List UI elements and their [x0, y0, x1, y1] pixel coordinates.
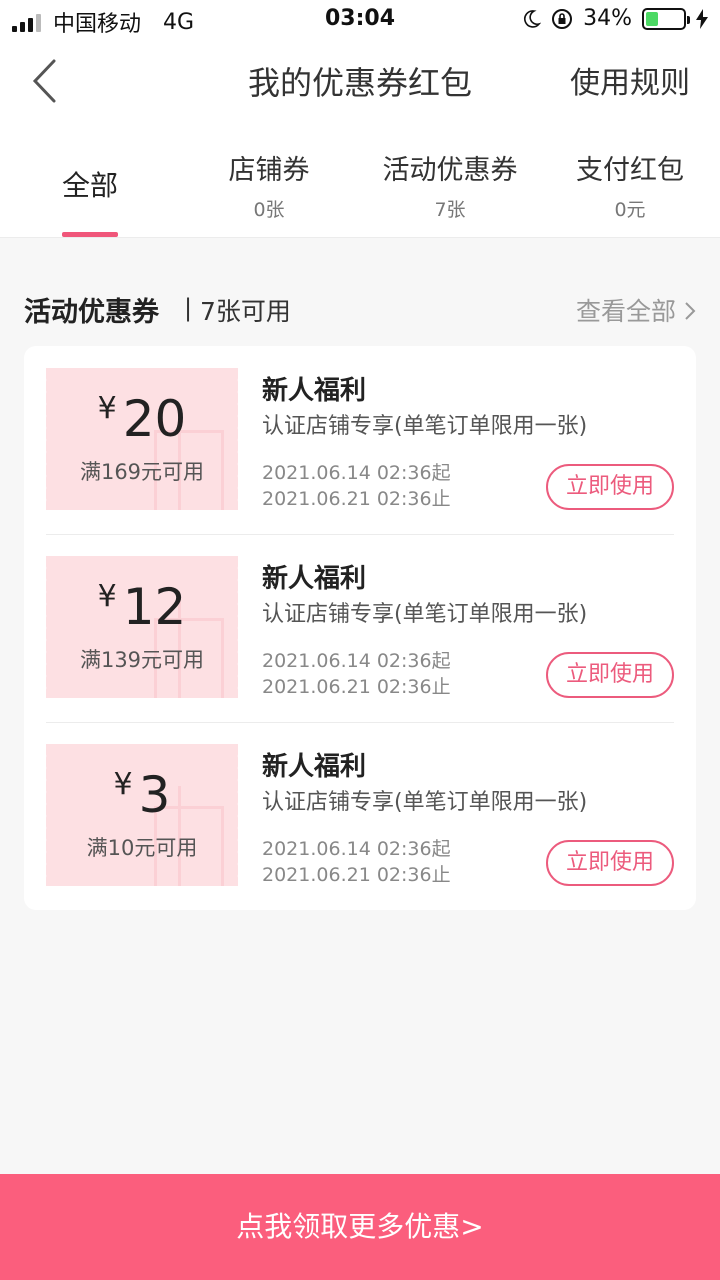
- use-now-button[interactable]: 立即使用: [546, 464, 674, 510]
- section-header: 活动优惠券 | 7张可用 查看全部: [24, 290, 696, 330]
- tab-label: 活动优惠券: [382, 155, 518, 186]
- coupon-condition: 满139元可用: [79, 648, 205, 672]
- coupon-list: ¥20 满169元可用 新人福利 认证店铺专享(单笔订单限用一张) 2021.0…: [24, 346, 696, 910]
- tab-label: 全部: [61, 169, 118, 202]
- coupon-ticket: ¥12 满139元可用: [46, 556, 238, 698]
- coupon-title: 新人福利: [262, 564, 367, 594]
- coupon-description: 认证店铺专享(单笔订单限用一张): [262, 602, 588, 627]
- coupon-start-date: 2021.06.14 02:36起: [262, 838, 451, 860]
- moon-icon: [524, 9, 542, 28]
- battery-level: [646, 11, 659, 26]
- coupon-amount: ¥20: [46, 390, 238, 448]
- coupon-start-date: 2021.06.14 02:36起: [262, 462, 451, 484]
- charging-icon: [696, 8, 708, 29]
- amount-value: 3: [138, 766, 171, 824]
- coupon-end-date: 2021.06.21 02:36止: [262, 488, 451, 510]
- section-count: 7张可用: [200, 297, 291, 326]
- coupon-condition: 满10元可用: [86, 836, 198, 860]
- coupon-condition: 满169元可用: [79, 460, 205, 484]
- coupon-start-date: 2021.06.14 02:36起: [262, 650, 451, 672]
- coupon-tabs: 全部 店铺券 0张 活动优惠券 7张 支付红包 0元: [0, 124, 720, 238]
- coupon-amount: ¥12: [46, 578, 238, 636]
- coupon-card: ¥20 满169元可用 新人福利 认证店铺专享(单笔订单限用一张) 2021.0…: [24, 346, 696, 534]
- coupon-end-date: 2021.06.21 02:36止: [262, 864, 451, 886]
- coupon-ticket: ¥20 满169元可用: [46, 368, 238, 510]
- amount-value: 20: [122, 390, 187, 448]
- coupon-title: 新人福利: [262, 376, 367, 406]
- amount-value: 12: [122, 578, 187, 636]
- view-all-label: 查看全部: [576, 297, 677, 326]
- section-title: 活动优惠券: [24, 297, 159, 328]
- usage-rules-link[interactable]: 使用规则: [570, 58, 690, 102]
- coupon-ticket: ¥3 满10元可用: [46, 744, 238, 886]
- currency-symbol: ¥: [97, 391, 117, 426]
- coupon-description: 认证店铺专享(单笔订单限用一张): [262, 790, 588, 815]
- coupon-card: ¥3 满10元可用 新人福利 认证店铺专享(单笔订单限用一张) 2021.06.…: [24, 722, 696, 910]
- coupon-card: ¥12 满139元可用 新人福利 认证店铺专享(单笔订单限用一张) 2021.0…: [24, 534, 696, 722]
- tab-label: 店铺券: [228, 155, 310, 186]
- currency-symbol: ¥: [113, 767, 133, 802]
- get-more-coupons-button[interactable]: 点我领取更多优惠>: [0, 1174, 720, 1280]
- coupon-description: 认证店铺专享(单笔订单限用一张): [262, 414, 588, 439]
- status-bar: 中国移动 4G 03:04 34%: [0, 0, 720, 40]
- chevron-right-icon: [685, 302, 696, 320]
- section-separator: |: [184, 294, 193, 322]
- status-right: 34%: [521, 6, 708, 31]
- tab-all[interactable]: 全部: [30, 164, 150, 204]
- view-all-link[interactable]: 查看全部: [576, 292, 696, 328]
- tab-store-coupons[interactable]: 店铺券 0张: [209, 148, 329, 222]
- nav-header: 我的优惠券红包 使用规则: [0, 40, 720, 124]
- battery-icon: [642, 7, 690, 30]
- tab-count: 0元: [614, 199, 646, 221]
- currency-symbol: ¥: [97, 579, 117, 614]
- rotation-lock-icon: [552, 8, 573, 29]
- tab-count: 0张: [253, 199, 285, 221]
- coupon-end-date: 2021.06.21 02:36止: [262, 676, 451, 698]
- tab-activity-coupons[interactable]: 活动优惠券 7张: [370, 148, 530, 222]
- tab-payment-red-packets[interactable]: 支付红包 0元: [560, 148, 700, 222]
- battery-percent: 34%: [583, 6, 632, 31]
- tab-label: 支付红包: [576, 155, 684, 186]
- tab-count: 7张: [434, 199, 466, 221]
- coupon-title: 新人福利: [262, 752, 367, 782]
- coupon-amount: ¥3: [46, 766, 238, 824]
- tab-active-indicator: [62, 232, 118, 237]
- use-now-button[interactable]: 立即使用: [546, 840, 674, 886]
- use-now-button[interactable]: 立即使用: [546, 652, 674, 698]
